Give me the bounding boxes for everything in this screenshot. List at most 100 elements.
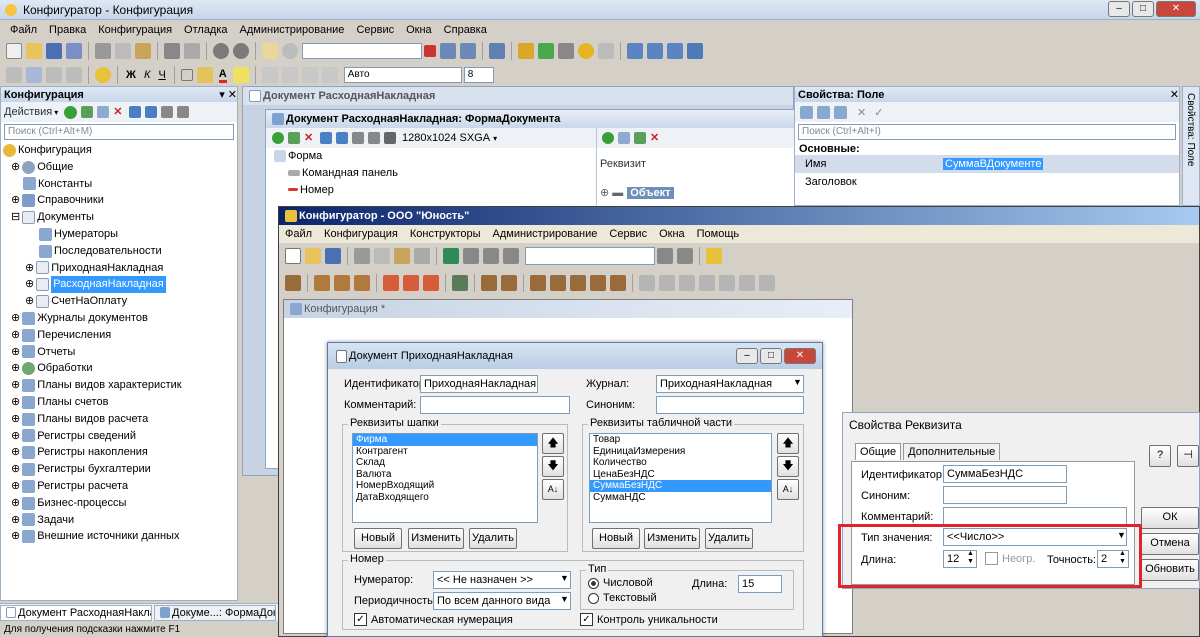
move-down-button[interactable]: 🡇	[542, 456, 564, 477]
auto-num-checkbox[interactable]: ✓ Автоматическая нумерация	[354, 613, 513, 626]
list-item[interactable]: СуммаБезНДС	[590, 480, 771, 492]
tree-item[interactable]: ⊕ Обработки	[1, 360, 237, 377]
taskbar-tab[interactable]: Документ РасходнаяНакла...	[0, 604, 152, 621]
designer-icon[interactable]	[481, 275, 497, 291]
redo-icon[interactable]	[483, 248, 499, 264]
syntax-icon[interactable]	[538, 43, 554, 59]
close-button[interactable]: ✕	[784, 348, 816, 364]
find-icon[interactable]	[262, 43, 278, 59]
bold-icon[interactable]: Ж	[126, 69, 136, 81]
list-item[interactable]: НомерВходящий	[353, 480, 537, 492]
print-icon[interactable]	[164, 43, 180, 59]
move-up-button[interactable]: 🡅	[542, 433, 564, 454]
table-list[interactable]: Товар ЕдиницаИзмерения Количество ЦенаБе…	[589, 433, 772, 523]
list-item[interactable]: ДатаВходящего	[353, 492, 537, 504]
tree-item[interactable]: ⊕ Регистры накопления	[1, 444, 237, 461]
designer-icon[interactable]	[699, 275, 715, 291]
menu-service[interactable]: Сервис	[356, 24, 394, 36]
module-icon[interactable]	[558, 43, 574, 59]
sort-icon[interactable]	[161, 106, 174, 118]
align-right-icon[interactable]	[301, 67, 318, 83]
font-name-field[interactable]: Авто	[343, 67, 462, 83]
align-icon[interactable]	[66, 67, 82, 83]
tree-item[interactable]: ⊕ ПриходнаяНакладная	[1, 260, 237, 277]
delete-button[interactable]: Удалить	[705, 528, 753, 549]
tree-item[interactable]: Номер	[272, 182, 794, 199]
object-node[interactable]: Объект	[627, 186, 674, 199]
table-icon[interactable]	[46, 67, 62, 83]
layout-icon[interactable]	[352, 132, 364, 144]
db-icon[interactable]	[687, 43, 703, 59]
tree-item[interactable]: ⊕ Бизнес-процессы	[1, 495, 237, 512]
menu-edit[interactable]: Правка	[49, 24, 86, 36]
tree3-icon[interactable]	[667, 43, 683, 59]
actions-menu[interactable]: Действия	[4, 106, 52, 118]
period-select[interactable]: По всем данного вида	[433, 592, 571, 610]
underline-icon[interactable]: Ч	[158, 69, 165, 81]
open-icon[interactable]	[305, 248, 321, 264]
move-up-icon[interactable]	[129, 106, 142, 118]
tree-item[interactable]: Последовательности	[1, 243, 237, 260]
help-icon[interactable]	[598, 43, 614, 59]
numerator-select[interactable]: << Не назначен >>	[433, 571, 571, 589]
menu-windows[interactable]: Окна	[406, 24, 432, 36]
new-icon[interactable]	[285, 248, 301, 264]
chevron-down-icon[interactable]: ▼	[793, 377, 802, 387]
move-down-icon[interactable]	[336, 132, 348, 144]
user-icon[interactable]	[452, 275, 468, 291]
tree-item[interactable]: ⊕ Внешние источники данных	[1, 528, 237, 545]
designer-icon[interactable]	[550, 275, 566, 291]
id-field[interactable]: ПриходнаяНакладная	[420, 375, 538, 393]
delete-icon[interactable]: ✕	[304, 132, 316, 144]
menu-help[interactable]: Справка	[444, 24, 487, 36]
move-up-button[interactable]: 🡅	[777, 433, 799, 454]
designer-icon[interactable]	[354, 275, 370, 291]
tree-item[interactable]: ⊕ Задачи	[1, 512, 237, 529]
add-icon[interactable]	[602, 132, 614, 144]
tree-item[interactable]: ⊕ СчетНаОплату	[1, 293, 237, 310]
designer-icon[interactable]	[403, 275, 419, 291]
designer-icon[interactable]	[719, 275, 735, 291]
sort-button[interactable]: A↓	[777, 479, 799, 500]
tree-item[interactable]: Конфигурация	[1, 142, 237, 159]
highlight-icon[interactable]	[232, 67, 249, 83]
designer-icon[interactable]	[383, 275, 399, 291]
config-search-input[interactable]: Поиск (Ctrl+Alt+M)	[4, 124, 234, 140]
designer-icon[interactable]	[739, 275, 755, 291]
designer-icon[interactable]	[590, 275, 606, 291]
list-item[interactable]: Контрагент	[353, 446, 537, 458]
menu-admin[interactable]: Администрирование	[493, 228, 598, 240]
new-button[interactable]: Новый	[354, 528, 402, 549]
sort-alpha-icon[interactable]	[817, 105, 830, 119]
list-item[interactable]: Валюта	[353, 469, 537, 481]
move-down-button[interactable]: 🡇	[777, 456, 799, 477]
pin-button[interactable]: ⊣	[1177, 445, 1199, 467]
find-prev-icon[interactable]	[677, 248, 693, 264]
type-text-radio[interactable]: Текстовый	[588, 592, 657, 604]
move-up-icon[interactable]	[320, 132, 332, 144]
debug-icon[interactable]	[518, 43, 534, 59]
menu-file[interactable]: Файл	[10, 24, 37, 36]
add-icon[interactable]	[64, 105, 78, 119]
new-button[interactable]: Новый	[592, 528, 640, 549]
cut-icon[interactable]	[354, 248, 370, 264]
list-item[interactable]: Фирма	[353, 434, 537, 446]
find-icon[interactable]	[503, 248, 519, 264]
req-comment-field[interactable]	[943, 507, 1127, 525]
properties-search-input[interactable]: Поиск (Ctrl+Alt+I)	[798, 124, 1176, 140]
comment-field[interactable]	[420, 396, 570, 414]
undo-icon[interactable]	[463, 248, 479, 264]
save-all-icon[interactable]	[66, 43, 82, 59]
rotate-icon[interactable]	[368, 132, 380, 144]
tree-item[interactable]: ⊟ Документы	[1, 209, 237, 226]
magnifier-icon[interactable]	[282, 43, 298, 59]
add-icon[interactable]	[272, 132, 284, 144]
copy-item-icon[interactable]	[97, 106, 110, 118]
cancel-button[interactable]: Отмена	[1141, 533, 1199, 555]
categories-icon[interactable]	[800, 105, 813, 119]
tree-item[interactable]: Нумераторы	[1, 226, 237, 243]
menu-help[interactable]: Помощь	[697, 228, 740, 240]
properties-side-tab[interactable]: Свойства: Поле	[1182, 86, 1200, 206]
panel-close-icon[interactable]: ✕	[1170, 88, 1179, 101]
edit-button[interactable]: Изменить	[644, 528, 700, 549]
